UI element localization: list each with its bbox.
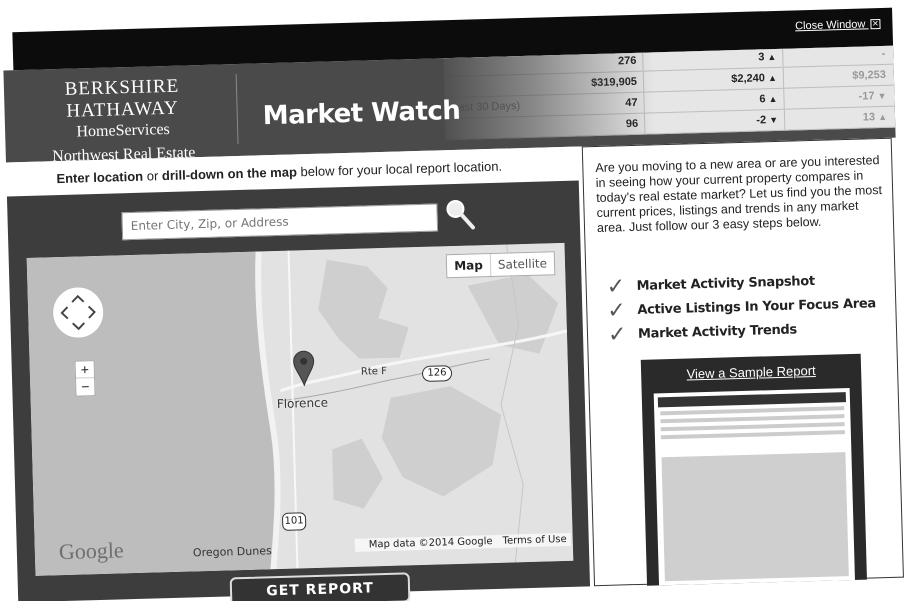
stats-change-2: $9,253: [784, 65, 895, 88]
stats-change: 6 ▲: [644, 88, 785, 113]
stats-value: 96: [584, 113, 646, 136]
route-shield-126: 126: [421, 365, 453, 382]
route-shield-101: 101: [281, 512, 307, 531]
instruction-bold-2: drill-down on the map: [161, 164, 298, 184]
stats-row-label: [444, 83, 584, 87]
doc-line: [660, 430, 845, 440]
zoom-out-button[interactable]: −: [76, 378, 94, 395]
map-view[interactable]: Map Satellite + − Florence Rte F 126 101…: [26, 242, 574, 576]
map-type-toggle: Map Satellite: [445, 251, 556, 279]
search-icon[interactable]: [444, 197, 475, 230]
map-label-dunes: Oregon Dunes: [192, 544, 272, 560]
google-logo[interactable]: Google: [59, 537, 124, 565]
down-arrow-icon: ▼: [877, 90, 887, 102]
terms-of-use-link[interactable]: Terms of Use: [502, 534, 566, 547]
step-label: Market Activity Snapshot: [636, 273, 816, 294]
info-panel: Are you moving to a new area or are you …: [581, 137, 904, 587]
stats-change-value-2: 13: [862, 111, 876, 124]
stats-change: $2,240 ▲: [643, 67, 785, 92]
up-arrow-icon: ▲: [877, 111, 888, 123]
zoom-in-button[interactable]: +: [75, 361, 95, 379]
zoom-control: + −: [74, 360, 96, 397]
stats-change-2: -17 ▼: [784, 86, 895, 109]
step-label: Market Activity Trends: [637, 321, 798, 342]
stats-change-value-2: -: [881, 47, 886, 60]
stats-change-2: -: [783, 46, 894, 67]
stats-change-value-2: -17: [858, 90, 875, 103]
instruction-mid: or: [142, 168, 163, 184]
stats-table: 276 3 ▲ - $319,905 $2,240 ▲ $9,253 (Last…: [443, 45, 896, 141]
search-input[interactable]: [121, 203, 439, 241]
stats-value: $319,905: [583, 71, 645, 94]
stats-change-value-2: $9,253: [852, 68, 887, 82]
stats-change-2: 13 ▲: [785, 107, 896, 130]
stats-change-value: -2: [756, 114, 767, 127]
sample-report-card: View a Sample Report: [640, 353, 867, 586]
map-type-map-button[interactable]: Map: [446, 253, 492, 278]
checkmark-icon: ✓: [606, 297, 627, 323]
up-arrow-icon: ▲: [768, 93, 778, 105]
map-data-label: Map data ©2014 Google: [368, 536, 493, 551]
stats-change-value: $2,240: [731, 72, 766, 86]
doc-map: [661, 452, 849, 582]
stats-change-value: 6: [759, 93, 766, 106]
map-panel: Map Satellite + − Florence: [6, 180, 591, 601]
close-window-link[interactable]: Close Window ✕: [795, 18, 881, 32]
map-type-satellite-button[interactable]: Satellite: [491, 252, 555, 276]
stats-change: -2 ▼: [644, 109, 786, 134]
brand-line-1: BERKSHIRE HATHAWAY: [64, 75, 180, 122]
stats-row-label: (Last 30 Days): [448, 100, 521, 115]
stats-change-value: 3: [758, 51, 765, 64]
view-sample-report-link[interactable]: View a Sample Report: [641, 354, 862, 383]
up-arrow-icon: ▲: [767, 51, 777, 63]
step-label: Active Listings In Your Focus Area: [637, 295, 877, 318]
map-label-road: Rte F: [360, 365, 388, 378]
market-watch-window: Close Window ✕ 276 3 ▲ - $319,905 $2,240…: [0, 0, 910, 601]
close-icon[interactable]: ✕: [870, 19, 881, 30]
stats-row-label: [443, 62, 583, 66]
down-arrow-icon: ▼: [769, 114, 779, 126]
checkmark-icon: ✓: [607, 321, 627, 347]
get-report-button[interactable]: GET REPORT: [229, 572, 411, 601]
stats-value: 47: [584, 92, 645, 115]
location-pin-icon[interactable]: [291, 350, 316, 387]
brand-logo: BERKSHIRE HATHAWAY HomeServices Northwes…: [12, 74, 234, 163]
stats-value: 276: [583, 50, 644, 73]
steps-list: ✓ Market Activity Snapshot ✓ Active List…: [606, 267, 876, 346]
stats-row-label: [445, 125, 585, 129]
instruction-text: Enter location or drill-down on the map …: [56, 159, 502, 186]
sample-report-thumbnail[interactable]: [653, 388, 855, 586]
location-panel: Enter location or drill-down on the map …: [5, 146, 591, 601]
instruction-rest: below for your local report location.: [296, 158, 503, 180]
checkmark-icon: ✓: [606, 273, 626, 299]
doc-header: [657, 392, 847, 408]
map-label-city: Florence: [276, 395, 329, 412]
page-title: Market Watch: [262, 95, 461, 132]
intro-text: Are you moving to a new area or are you …: [595, 153, 883, 236]
close-window-label[interactable]: Close Window: [795, 18, 866, 32]
brand-divider: [235, 74, 239, 145]
up-arrow-icon: ▲: [767, 72, 778, 84]
instruction-bold-1: Enter location: [56, 168, 144, 187]
